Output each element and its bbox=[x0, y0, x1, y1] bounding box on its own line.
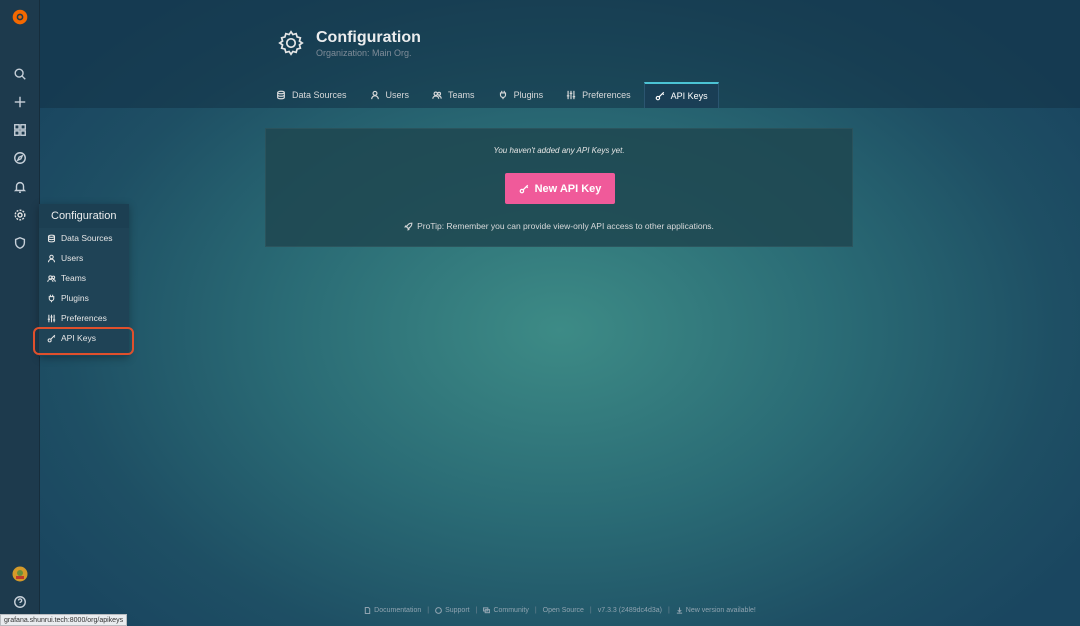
footer-new-version-link[interactable]: New version available! bbox=[676, 607, 756, 614]
explore-icon[interactable] bbox=[0, 145, 40, 171]
key-icon bbox=[655, 91, 664, 101]
tab-label: API Keys bbox=[670, 91, 708, 101]
configuration-header-icon bbox=[276, 28, 306, 58]
protip-text: ProTip: Remember you can provide view-on… bbox=[417, 221, 714, 231]
tabs-bar: Data Sources Users Teams Plugins Prefere… bbox=[266, 82, 722, 108]
tab-label: Data Sources bbox=[292, 90, 347, 100]
user-avatar-icon[interactable] bbox=[0, 561, 40, 587]
tab-preferences[interactable]: Preferences bbox=[556, 82, 641, 108]
tab-label: Plugins bbox=[513, 90, 544, 100]
sliders-icon bbox=[47, 314, 56, 322]
flyout-item-data-sources[interactable]: Data Sources bbox=[39, 228, 129, 248]
users-icon bbox=[432, 91, 442, 99]
side-menu bbox=[0, 0, 40, 626]
comments-icon bbox=[483, 606, 491, 613]
footer-documentation-link[interactable]: Documentation bbox=[364, 606, 422, 614]
help-icon[interactable] bbox=[0, 589, 40, 615]
highlight-annotation bbox=[33, 327, 134, 355]
footer: Documentation | Support | Community | Op… bbox=[40, 604, 1080, 616]
protip: ProTip: Remember you can provide view-on… bbox=[266, 221, 852, 231]
tab-label: Preferences bbox=[582, 90, 631, 100]
configuration-icon[interactable] bbox=[0, 202, 40, 228]
user-icon bbox=[47, 254, 56, 262]
empty-list-cta: You haven't added any API Keys yet. New … bbox=[265, 128, 853, 247]
footer-open-source-label: Open Source bbox=[542, 606, 584, 614]
footer-community-link[interactable]: Community bbox=[483, 606, 529, 614]
footer-documentation-label: Documentation bbox=[374, 606, 422, 614]
flyout-item-label: Teams bbox=[61, 273, 87, 283]
tab-plugins[interactable]: Plugins bbox=[488, 82, 554, 108]
flyout-item-teams[interactable]: Teams bbox=[39, 268, 129, 288]
key-icon bbox=[519, 184, 528, 193]
tab-label: Teams bbox=[448, 90, 475, 100]
database-icon bbox=[47, 234, 56, 242]
user-icon bbox=[370, 90, 379, 100]
rocket-icon bbox=[404, 222, 413, 231]
empty-state-title: You haven't added any API Keys yet. bbox=[493, 146, 625, 155]
flyout-item-label: Plugins bbox=[61, 293, 89, 303]
flyout-item-users[interactable]: Users bbox=[39, 248, 129, 268]
database-icon bbox=[277, 90, 285, 100]
footer-support-label: Support bbox=[445, 606, 470, 614]
flyout-item-label: Preferences bbox=[61, 313, 107, 323]
footer-support-link[interactable]: Support bbox=[435, 607, 470, 614]
search-icon[interactable] bbox=[0, 61, 40, 87]
flyout-item-preferences[interactable]: Preferences bbox=[39, 308, 129, 328]
flyout-title[interactable]: Configuration bbox=[39, 204, 129, 228]
tab-label: Users bbox=[385, 90, 410, 100]
plug-icon bbox=[499, 90, 506, 100]
download-icon bbox=[676, 606, 682, 614]
document-icon bbox=[364, 606, 371, 614]
dashboards-icon[interactable] bbox=[0, 117, 40, 143]
grafana-logo-icon[interactable] bbox=[0, 4, 40, 30]
footer-separator: | bbox=[427, 606, 430, 614]
footer-new-version-label: New version available! bbox=[685, 606, 756, 614]
sliders-icon bbox=[566, 90, 576, 100]
plus-icon[interactable] bbox=[0, 89, 40, 115]
footer-separator: | bbox=[534, 606, 537, 614]
footer-open-source-link[interactable]: Open Source bbox=[543, 607, 584, 614]
footer-separator: | bbox=[475, 606, 478, 614]
footer-separator: | bbox=[667, 606, 670, 614]
page-subtitle: Organization: Main Org. bbox=[316, 48, 412, 58]
question-icon bbox=[435, 606, 442, 614]
browser-status-url: grafana.shunrui.tech:8000/org/apikeys bbox=[0, 614, 128, 626]
footer-separator: | bbox=[589, 606, 592, 614]
plug-icon bbox=[48, 294, 55, 302]
shield-icon[interactable] bbox=[0, 230, 40, 256]
alerting-icon[interactable] bbox=[0, 174, 40, 200]
flyout-item-plugins[interactable]: Plugins bbox=[39, 288, 129, 308]
tab-teams[interactable]: Teams bbox=[422, 82, 485, 108]
tab-users[interactable]: Users bbox=[360, 82, 420, 108]
users-icon bbox=[47, 274, 56, 282]
footer-community-label: Community bbox=[493, 606, 529, 614]
tab-data-sources[interactable]: Data Sources bbox=[266, 82, 357, 108]
footer-version: v7.3.3 (2489dc4d3a) bbox=[598, 607, 662, 614]
flyout-item-label: Data Sources bbox=[61, 233, 113, 243]
page-title: Configuration bbox=[316, 29, 421, 46]
new-api-key-button[interactable]: New API Key bbox=[505, 173, 615, 204]
new-api-key-label: New API Key bbox=[534, 182, 602, 195]
tab-api-keys[interactable]: API Keys bbox=[643, 82, 719, 108]
flyout-item-label: Users bbox=[61, 253, 84, 263]
page-header: Configuration Organization: Main Org. Da… bbox=[40, 0, 1080, 108]
footer-version-label: v7.3.3 (2489dc4d3a) bbox=[597, 606, 662, 614]
